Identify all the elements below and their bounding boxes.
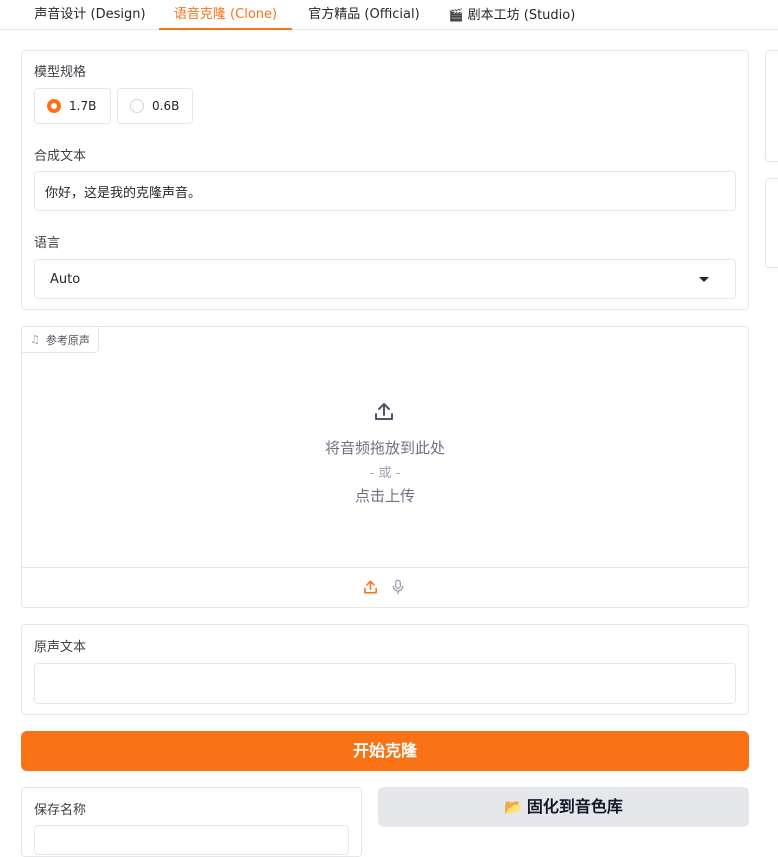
radio-unselected-icon [130, 99, 144, 113]
tab-studio[interactable]: 🎬 剧本工坊 (Studio) [436, 0, 588, 30]
chevron-down-icon [699, 276, 709, 282]
side-panel-top [765, 50, 778, 162]
side-panel-bottom [765, 178, 778, 268]
synth-text-label: 合成文本 [34, 149, 87, 164]
music-note-icon: ♫ [30, 333, 40, 346]
drop-hint-text: 将音频拖放到此处 [324, 439, 445, 457]
language-select[interactable]: Auto [34, 259, 736, 299]
model-option-1-7b[interactable]: 1.7B [34, 88, 111, 124]
clapperboard-icon: 🎬 [448, 8, 464, 22]
synth-text-input[interactable]: 你好，这是我的克隆声音。 [34, 171, 736, 211]
dropzone-divider [22, 567, 748, 568]
language-label: 语言 [34, 236, 61, 251]
tab-clone[interactable]: 语音克隆 (Clone) [159, 0, 292, 30]
upload-icon [375, 403, 393, 420]
source-text-input[interactable] [34, 663, 736, 704]
microphone-icon[interactable] [390, 578, 406, 596]
tab-design[interactable]: 声音设计 (Design) [22, 0, 158, 30]
folder-icon: 📂 [504, 798, 523, 816]
save-name-input[interactable] [34, 825, 349, 855]
reference-audio-label: ♫ 参考原声 [21, 326, 99, 353]
model-label: 模型规格 [34, 65, 87, 80]
save-name-label: 保存名称 [34, 803, 87, 818]
drop-or-text: - 或 - [369, 466, 401, 481]
click-upload-text: 点击上传 [354, 487, 415, 505]
start-clone-button[interactable]: 开始克隆 [21, 731, 749, 771]
model-option-0-6b[interactable]: 0.6B [117, 88, 193, 124]
radio-selected-icon [47, 99, 61, 113]
tab-official[interactable]: 官方精品 (Official) [296, 0, 432, 30]
source-text-label: 原声文本 [34, 640, 87, 655]
upload-source-icon[interactable] [362, 578, 379, 596]
save-to-voice-library-button[interactable]: 📂 固化到音色库 [378, 787, 749, 827]
